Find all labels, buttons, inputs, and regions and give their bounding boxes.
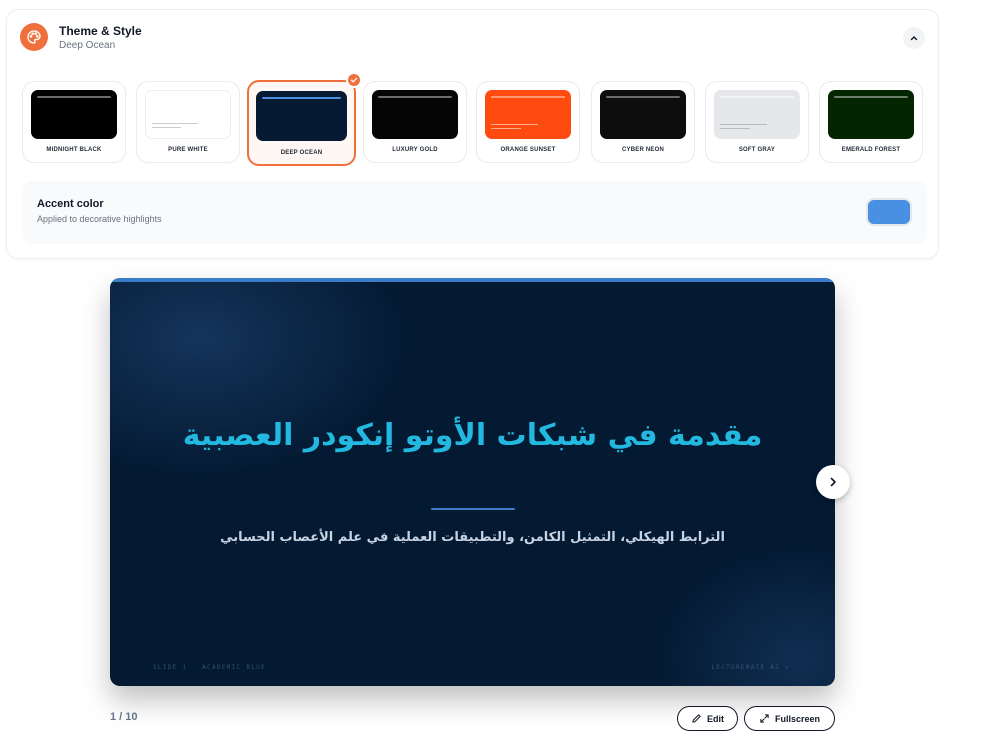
theme-option[interactable]: CYBER NEON [591, 81, 695, 163]
theme-name: MIDNIGHT BLACK [46, 147, 102, 153]
theme-option[interactable]: EMERALD FOREST [819, 81, 923, 163]
theme-swatch [31, 90, 117, 139]
slide-footer-left: SLIDE 1 · ACADEMIC_BLUE [153, 664, 266, 671]
panel-subtitle: Deep Ocean [59, 40, 116, 51]
theme-swatch [828, 90, 914, 139]
swatch-text-line [152, 127, 182, 128]
theme-style-panel: Theme & Style Deep Ocean MIDNIGHT BLACK P… [6, 9, 939, 259]
swatch-accent-bar [491, 96, 565, 98]
slide-title: مقدمة في شبكات الأوتو إنكودر العصبية [182, 418, 763, 453]
slide-top-bar [110, 278, 835, 282]
theme-name: CYBER NEON [621, 147, 664, 153]
swatch-accent-bar [37, 96, 111, 98]
theme-option[interactable]: DEEP OCEAN [247, 72, 362, 166]
accent-title: Accent color [37, 198, 104, 210]
slide-divider [431, 508, 515, 510]
swatch-text-line [720, 124, 768, 125]
swatch-text-line [491, 124, 539, 125]
swatch-accent-bar [720, 96, 794, 98]
theme-option[interactable]: SOFT GRAY [705, 81, 809, 163]
edit-label: Edit [707, 713, 724, 724]
palette-icon [20, 23, 48, 51]
theme-swatch [485, 90, 571, 139]
theme-swatch [145, 90, 231, 139]
edit-button[interactable]: Edit [677, 706, 738, 731]
theme-name: DEEP OCEAN [280, 150, 323, 156]
accent-subtitle: Applied to decorative highlights [37, 214, 162, 224]
slide-preview: مقدمة في شبكات الأوتو إنكودر العصبية الت… [110, 278, 835, 686]
theme-name: PURE WHITE [168, 147, 208, 153]
theme-swatch [372, 90, 458, 139]
next-slide-button[interactable] [816, 465, 850, 499]
swatch-accent-bar [834, 96, 908, 98]
theme-swatch [600, 90, 686, 139]
theme-swatch [256, 91, 347, 141]
slide-subtitle: الترابط الهيكلي، التمثيل الكامن، والتطبي… [220, 530, 725, 545]
collapse-button[interactable] [903, 27, 925, 49]
swatch-accent-bar [606, 96, 680, 98]
fullscreen-label: Fullscreen [774, 713, 821, 724]
swatch-accent-bar [262, 97, 341, 99]
theme-name: SOFT GRAY [738, 147, 776, 153]
theme-option[interactable]: ORANGE SUNSET [476, 81, 580, 163]
theme-name: EMERALD FOREST [841, 147, 901, 153]
accent-color-picker[interactable] [866, 198, 912, 226]
swatch-text-line [152, 123, 199, 124]
theme-options: MIDNIGHT BLACK PURE WHITE DEEP OCEAN LUXURY… [22, 72, 925, 169]
theme-option[interactable]: LUXURY GOLD [363, 81, 467, 163]
panel-title: Theme & Style [59, 24, 142, 38]
pencil-icon [692, 714, 701, 723]
theme-option[interactable]: MIDNIGHT BLACK [22, 81, 126, 163]
swatch-text-line [720, 128, 751, 129]
theme-swatch [714, 90, 800, 139]
swatch-accent-bar [152, 97, 224, 99]
chevron-up-icon [910, 36, 918, 41]
swatch-text-line [491, 128, 522, 129]
check-icon [346, 72, 362, 88]
swatch-accent-bar [378, 96, 452, 98]
fullscreen-button[interactable]: Fullscreen [744, 706, 835, 731]
chevron-right-icon [830, 477, 836, 487]
theme-name: ORANGE SUNSET [500, 147, 556, 153]
slide-footer-right: LECTUREMATE AI ✦ [711, 664, 790, 671]
expand-icon [760, 714, 769, 723]
page-counter: 1 / 10 [110, 711, 138, 723]
theme-name: LUXURY GOLD [392, 147, 438, 153]
accent-color-row: Accent color Applied to decorative highl… [22, 181, 927, 244]
theme-option[interactable]: PURE WHITE [136, 81, 240, 163]
